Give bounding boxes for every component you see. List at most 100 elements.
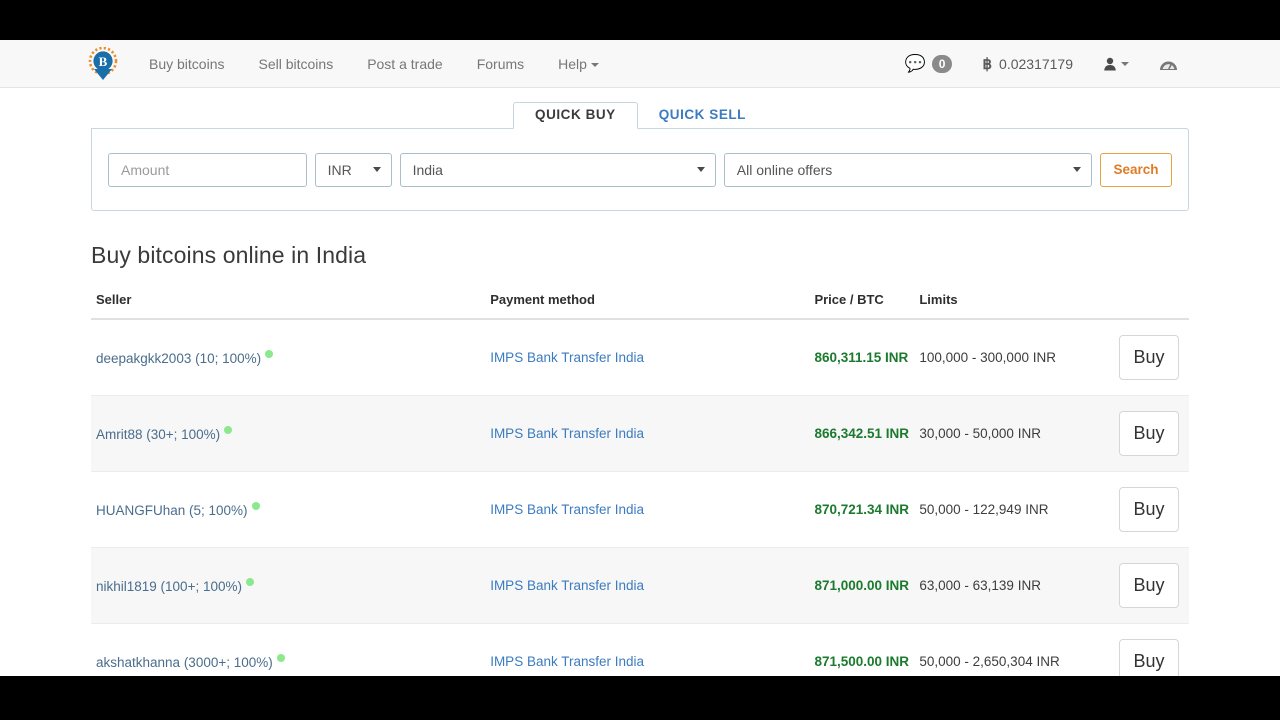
quick-trade-tabs: QUICK BUY QUICK SELL: [91, 88, 1189, 129]
bitcoin-symbol-icon: ฿: [982, 55, 993, 73]
online-status-icon: [276, 653, 285, 662]
cell-seller: Amrit88 (30+; 100%): [91, 396, 485, 472]
buy-button[interactable]: Buy: [1118, 335, 1179, 380]
secondary-nav: 💬 0 ฿ 0.02317179: [891, 54, 1188, 73]
table-row: HUANGFUhan (5; 100%) IMPS Bank Transfer I…: [91, 472, 1189, 548]
cell-price: 860,311.15 INR: [814, 350, 909, 365]
payment-method-link[interactable]: IMPS Bank Transfer India: [490, 654, 644, 669]
chevron-down-icon: [1121, 61, 1129, 66]
page-content: QUICK BUY QUICK SELL Amount INR India Al…: [0, 88, 1280, 676]
cell-action: Buy: [1114, 396, 1189, 472]
page-title: Buy bitcoins online in India: [91, 242, 367, 268]
table-header-row: Seller Payment method Price / BTC Limits: [91, 286, 1189, 320]
payment-method-link[interactable]: IMPS Bank Transfer India: [490, 426, 644, 441]
cell-price: 870,721.34 INR: [814, 502, 910, 517]
cell-seller: HUANGFUhan (5; 100%): [91, 472, 485, 548]
online-status-icon: [265, 349, 274, 358]
tab-quick-sell[interactable]: QUICK SELL: [638, 102, 767, 129]
cell-price: 871,500.00 INR: [814, 654, 910, 669]
currency-select[interactable]: INR: [314, 152, 392, 187]
seller-link[interactable]: Amrit88 (30+; 100%): [96, 427, 220, 442]
column-header-seller[interactable]: Seller: [91, 286, 486, 320]
nav-post-a-trade[interactable]: Post a trade: [350, 40, 460, 88]
offers-table-head: Seller Payment method Price / BTC Limits: [91, 286, 1189, 320]
buy-button[interactable]: Buy: [1118, 639, 1179, 676]
messages-button[interactable]: 💬 0: [891, 54, 967, 73]
column-header-payment-method[interactable]: Payment method: [485, 286, 810, 320]
messages-count-badge: 0: [931, 54, 953, 73]
cell-seller: akshatkhanna (3000+; 100%): [91, 624, 485, 677]
svg-text:B: B: [99, 54, 108, 69]
screen-letterbox: B Buy bitcoins Sell bitcoins Post a trad…: [0, 0, 1280, 720]
tab-quick-buy[interactable]: QUICK BUY: [513, 102, 638, 129]
offer-type-select[interactable]: All online offers: [723, 152, 1092, 187]
cell-payment-method: IMPS Bank Transfer India: [485, 624, 809, 677]
seller-link[interactable]: HUANGFUhan (5; 100%): [96, 503, 248, 518]
online-status-icon: [251, 501, 260, 510]
cell-action: Buy: [1114, 548, 1189, 624]
payment-method-link[interactable]: IMPS Bank Transfer India: [490, 350, 644, 365]
nav-sell-bitcoins[interactable]: Sell bitcoins: [241, 40, 350, 88]
nav-forums[interactable]: Forums: [460, 40, 541, 88]
quick-buy-search-panel: Amount INR India All online offers Searc…: [91, 128, 1189, 211]
cell-action: Buy: [1114, 472, 1189, 548]
search-button[interactable]: Search: [1100, 152, 1172, 187]
table-row: deepakgkk2003 (10; 100%) IMPS Bank Transf…: [91, 319, 1189, 396]
chevron-down-icon: [590, 62, 599, 67]
cell-payment-method: IMPS Bank Transfer India: [485, 548, 809, 624]
chevron-down-icon: [372, 167, 381, 172]
table-row: nikhil1819 (100+; 100%) IMPS Bank Transfe…: [91, 547, 1189, 624]
browser-viewport: B Buy bitcoins Sell bitcoins Post a trad…: [0, 40, 1280, 676]
speech-bubble-icon: 💬: [904, 54, 926, 73]
buy-button[interactable]: Buy: [1118, 563, 1179, 608]
cell-limits: 63,000 - 63,139 INR: [919, 578, 1041, 593]
amount-input[interactable]: Amount: [108, 152, 307, 187]
account-menu-button[interactable]: [1089, 57, 1143, 71]
nav-help-label: Help: [558, 55, 587, 72]
offers-table: Seller Payment method Price / BTC Limits…: [91, 286, 1189, 676]
online-status-icon: [224, 425, 233, 434]
seller-link[interactable]: nikhil1819 (100+; 100%): [96, 579, 242, 594]
user-icon: [1104, 57, 1116, 70]
country-select-value: India: [412, 161, 443, 178]
cell-limits: 50,000 - 2,650,304 INR: [919, 654, 1060, 669]
cell-payment-method: IMPS Bank Transfer India: [485, 319, 809, 396]
buy-button[interactable]: Buy: [1118, 411, 1179, 456]
cell-seller: deepakgkk2003 (10; 100%): [91, 319, 485, 396]
seller-link[interactable]: deepakgkk2003 (10; 100%): [96, 351, 261, 366]
nav-buy-bitcoins[interactable]: Buy bitcoins: [132, 40, 241, 88]
top-navbar: B Buy bitcoins Sell bitcoins Post a trad…: [0, 40, 1280, 88]
cell-action: Buy: [1114, 319, 1189, 396]
offers-table-body: deepakgkk2003 (10; 100%) IMPS Bank Transf…: [91, 319, 1189, 676]
column-header-limits[interactable]: Limits: [914, 286, 1114, 320]
country-select[interactable]: India: [399, 152, 716, 187]
column-header-price[interactable]: Price / BTC: [809, 286, 915, 320]
cell-seller: nikhil1819 (100+; 100%): [91, 548, 485, 624]
cell-price: 866,342.51 INR: [814, 426, 910, 441]
table-row: akshatkhanna (3000+; 100%) IMPS Bank Tran…: [91, 624, 1189, 677]
cell-payment-method: IMPS Bank Transfer India: [485, 396, 809, 472]
cell-limits: 30,000 - 50,000 INR: [919, 426, 1041, 441]
payment-method-link[interactable]: IMPS Bank Transfer India: [490, 578, 644, 593]
cell-limits: 50,000 - 122,949 INR: [919, 502, 1049, 517]
dashboard-gauge-icon: [1160, 61, 1177, 70]
payment-method-link[interactable]: IMPS Bank Transfer India: [490, 502, 644, 517]
wallet-balance-value: 0.02317179: [999, 55, 1073, 72]
chevron-down-icon: [696, 167, 705, 172]
currency-select-value: INR: [327, 161, 352, 178]
nav-help[interactable]: Help: [541, 40, 616, 88]
dashboard-button[interactable]: [1143, 56, 1188, 72]
cell-payment-method: IMPS Bank Transfer India: [485, 472, 809, 548]
column-header-action: [1113, 286, 1189, 320]
wallet-balance[interactable]: ฿ 0.02317179: [966, 55, 1089, 73]
chevron-down-icon: [1073, 167, 1081, 172]
bitcoin-pin-logo-icon[interactable]: B: [88, 46, 118, 81]
seller-link[interactable]: akshatkhanna (3000+; 100%): [96, 655, 273, 670]
cell-action: Buy: [1114, 624, 1189, 676]
offer-type-select-value: All online offers: [736, 161, 833, 178]
table-row: Amrit88 (30+; 100%) IMPS Bank Transfer In…: [91, 395, 1189, 472]
cell-price: 871,000.00 INR: [814, 578, 910, 593]
online-status-icon: [245, 577, 254, 586]
cell-limits: 100,000 - 300,000 INR: [919, 350, 1056, 365]
buy-button[interactable]: Buy: [1118, 487, 1179, 532]
